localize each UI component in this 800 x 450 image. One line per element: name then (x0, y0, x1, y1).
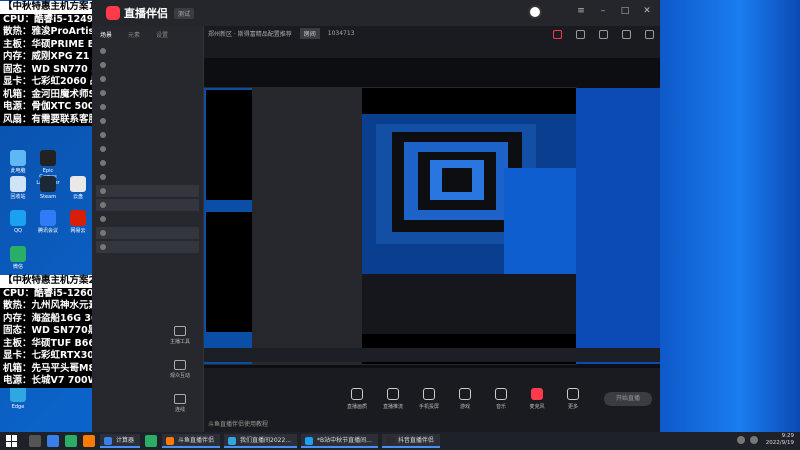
mic-button[interactable]: 麦克风 (524, 388, 550, 410)
quality-button[interactable]: 直播画质 (344, 388, 370, 410)
close-icon[interactable]: ✕ (642, 6, 652, 16)
wechat-icon[interactable] (65, 435, 77, 447)
tab-settings[interactable]: 设置 (156, 30, 168, 39)
pinned-app-icon[interactable] (83, 435, 95, 447)
bottom-toolbar: 直播画质 直播推流 手机投屏 游戏 音乐 麦克风 更多 开始直播 斗鱼直播伴侣使… (204, 378, 660, 432)
bottom-buttons: 直播画质 直播推流 手机投屏 游戏 音乐 麦克风 更多 (344, 388, 586, 410)
desktop-icon-edge[interactable]: Edge (4, 386, 32, 410)
live-companion-window: 直播伴侣 测试 ≡ – □ ✕ 场景 元素 设置 主播工具 观众互动 连线 郑州… (92, 0, 660, 432)
search-icon[interactable] (29, 435, 41, 447)
clock-time: 9:29 (781, 433, 794, 439)
desktop-icon-cloud[interactable]: 云盘 (64, 176, 92, 200)
more-button[interactable]: 更多 (560, 388, 586, 410)
go-live-button[interactable]: 开始直播 (604, 392, 652, 406)
maximize-icon[interactable]: □ (620, 6, 630, 16)
scene-item[interactable] (96, 213, 199, 225)
settings-icon[interactable] (645, 30, 654, 39)
chrome-icon[interactable] (145, 435, 158, 447)
taskbar: 计算器 斗鱼直播伴侣 我们直播间2022... *B站中秋节直播间... 抖音直… (0, 432, 800, 450)
minimize-icon[interactable]: – (598, 6, 608, 16)
clip-icon[interactable] (576, 30, 585, 39)
window-controls: ≡ – □ ✕ (576, 6, 652, 16)
desktop-icon-wechat[interactable]: 微信 (4, 246, 32, 270)
scene-item[interactable] (96, 45, 199, 57)
user-avatar[interactable] (528, 5, 542, 19)
app-logo-icon (106, 6, 120, 20)
push-button[interactable]: 直播推流 (380, 388, 406, 410)
scene-item[interactable] (96, 59, 199, 71)
lock-icon[interactable] (599, 30, 608, 39)
scene-item[interactable] (96, 171, 199, 183)
status-text[interactable]: 斗鱼直播伴侣使用教程 (208, 419, 268, 428)
menu-icon[interactable]: ≡ (576, 6, 586, 16)
volume-icon[interactable] (750, 436, 758, 444)
preview-canvas (203, 58, 660, 368)
tab-elements[interactable]: 元素 (128, 30, 140, 39)
clock-date: 2022/9/19 (765, 440, 794, 446)
tab-scenes[interactable]: 场景 (100, 30, 112, 39)
app-logo: 直播伴侣 (106, 5, 168, 21)
scene-item[interactable] (96, 157, 199, 169)
scene-item-active[interactable] (96, 241, 199, 253)
task-bilibili[interactable]: *B站中秋节直播间... (301, 434, 378, 448)
record-icon[interactable] (553, 30, 562, 39)
music-button[interactable]: 音乐 (488, 388, 514, 410)
stream-preview (203, 58, 660, 368)
task-douyin[interactable]: 抖音直播伴侣 (381, 434, 440, 448)
tool-column: 主播工具 观众互动 连线 (156, 326, 204, 428)
task-calculator[interactable]: 计算器 (100, 434, 141, 448)
room-meta-id: 1034713 (327, 30, 355, 37)
desktop-icon-meeting[interactable]: 腾讯会议 (34, 210, 62, 234)
tool-anchor[interactable]: 主播工具 (156, 326, 204, 354)
game-button[interactable]: 游戏 (452, 388, 478, 410)
system-tray-icons (737, 436, 758, 444)
desktop-icon-steam[interactable]: Steam (34, 176, 62, 200)
scene-item[interactable] (96, 73, 199, 85)
desktop-icon-this-pc[interactable]: 此电脑 (4, 150, 32, 174)
room-info-bar: 郑州新区 · 斯得富精品配置推荐 房间 1034713 (208, 28, 354, 39)
cast-button[interactable]: 手机投屏 (416, 388, 442, 410)
desktop-wallpaper-glow (650, 0, 800, 432)
network-icon[interactable] (737, 436, 745, 444)
start-button[interactable] (6, 435, 20, 447)
tool-link[interactable]: 连线 (156, 394, 204, 422)
clock[interactable]: 9:29 2022/9/19 (766, 433, 794, 447)
share-icon[interactable] (622, 30, 631, 39)
scene-sidebar: 场景 元素 设置 主播工具 观众互动 连线 (92, 26, 204, 432)
app-titlebar: 直播伴侣 测试 ≡ – □ ✕ (92, 0, 660, 26)
main-tool-icons (553, 30, 654, 39)
desktop-icon-recycle-bin[interactable]: 回收站 (4, 176, 32, 200)
task-douyu[interactable]: 斗鱼直播伴侣 (162, 434, 221, 448)
scene-item[interactable] (96, 87, 199, 99)
scene-item-active[interactable] (96, 199, 199, 211)
room-button[interactable]: 房间 (299, 28, 320, 39)
main-panel: 郑州新区 · 斯得富精品配置推荐 房间 1034713 直播画质 直播推流 手机… (203, 26, 660, 432)
room-title: 郑州新区 · 斯得富精品配置推荐 (208, 31, 292, 38)
task-view-icon[interactable] (47, 435, 59, 447)
scene-item-active[interactable] (96, 227, 199, 239)
scene-item[interactable] (96, 129, 199, 141)
side-tabs: 场景 元素 设置 (92, 26, 203, 43)
test-badge: 测试 (174, 7, 195, 19)
tool-audience[interactable]: 观众互动 (156, 360, 204, 388)
scene-item[interactable] (96, 101, 199, 113)
overlay1-line: 风扇：有需要联系客服 (0, 113, 102, 126)
scene-item-active[interactable] (96, 185, 199, 197)
task-room[interactable]: 我们直播间2022... (224, 434, 298, 448)
desktop-icon-music[interactable]: 网易云 (64, 210, 92, 234)
scene-item[interactable] (96, 143, 199, 155)
scene-item[interactable] (96, 115, 199, 127)
desktop-icon-qq[interactable]: QQ (4, 210, 32, 234)
